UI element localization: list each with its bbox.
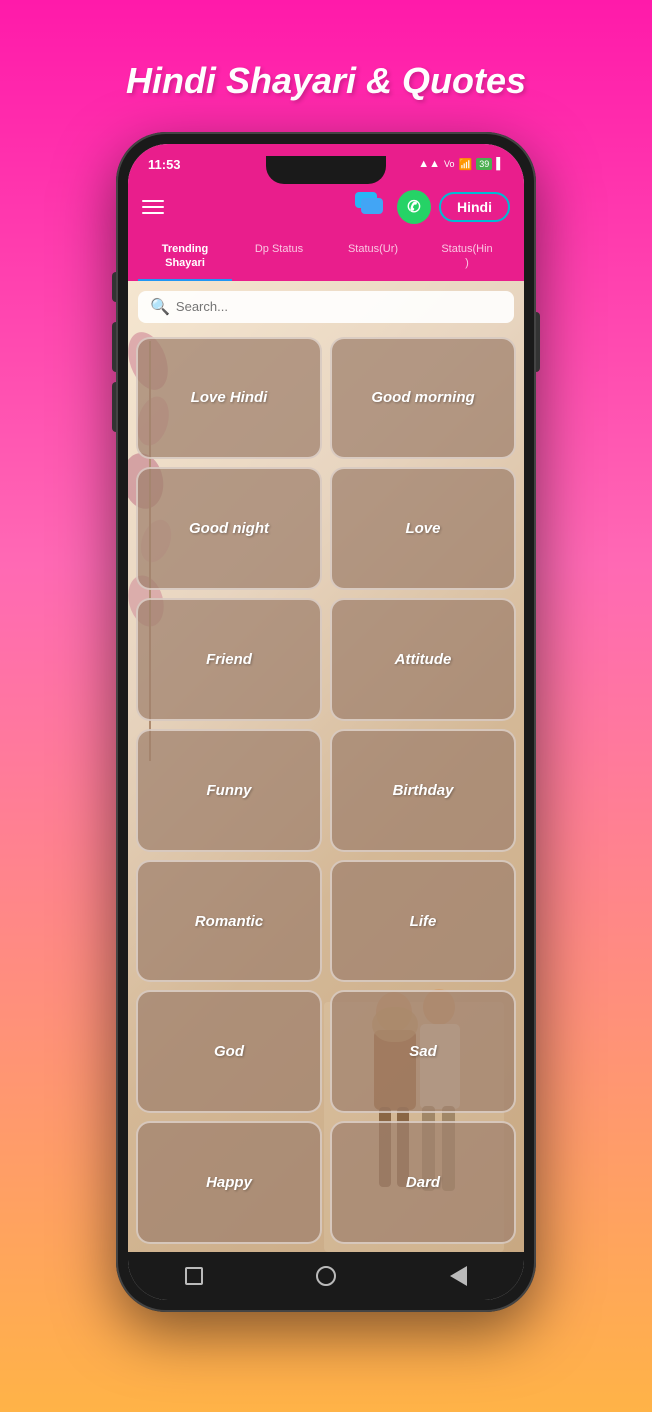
silent-button [112, 382, 116, 432]
category-romantic-button[interactable]: Romantic [136, 860, 322, 983]
hamburger-line-3 [142, 212, 164, 214]
category-love-hindi-button[interactable]: Love Hindi [136, 337, 322, 460]
vo-label: Vo [444, 159, 455, 169]
category-life-button[interactable]: Life [330, 860, 516, 983]
status-time: 11:53 [148, 157, 181, 172]
signal-icon: ▲▲ [418, 158, 440, 170]
category-dard-button[interactable]: Dard [330, 1121, 516, 1244]
category-funny-button[interactable]: Funny [136, 729, 322, 852]
recents-icon [185, 1267, 203, 1285]
hamburger-line-1 [142, 200, 164, 202]
category-god-button[interactable]: God [136, 990, 322, 1113]
category-grid: Love HindiGood morningGood nightLoveFrie… [136, 337, 516, 1244]
tabs-bar: TrendingShayari Dp Status Status(Ur) Sta… [128, 234, 524, 281]
category-love-button[interactable]: Love [330, 467, 516, 590]
back-icon [450, 1266, 467, 1286]
hindi-button[interactable]: Hindi [439, 192, 510, 222]
search-input[interactable] [176, 299, 502, 314]
power-button [536, 312, 540, 372]
nav-home-button[interactable] [310, 1260, 342, 1292]
battery-shape: ▌ [496, 158, 504, 170]
status-icons: ▲▲ Vo 📶 39 ▌ [418, 158, 504, 171]
app-bar: ✆ Hindi [128, 180, 524, 234]
notch [266, 156, 386, 184]
category-birthday-button[interactable]: Birthday [330, 729, 516, 852]
content-area: 🔍 Love HindiGood morningGood nightLoveFr… [128, 281, 524, 1252]
phone-frame: 11:53 ▲▲ Vo 📶 39 ▌ [116, 132, 536, 1312]
chat-icon[interactable] [353, 192, 389, 222]
nav-recents-button[interactable] [178, 1260, 210, 1292]
category-friend-button[interactable]: Friend [136, 598, 322, 721]
category-good-morning-button[interactable]: Good morning [330, 337, 516, 460]
volume-down-button [112, 322, 116, 372]
whatsapp-symbol: ✆ [407, 197, 420, 217]
category-attitude-button[interactable]: Attitude [330, 598, 516, 721]
battery-icon: 39 [476, 158, 492, 170]
home-icon [316, 1266, 336, 1286]
category-sad-button[interactable]: Sad [330, 990, 516, 1113]
whatsapp-icon[interactable]: ✆ [397, 190, 431, 224]
tab-dp-status[interactable]: Dp Status [232, 234, 326, 281]
tab-status-hin[interactable]: Status(Hin) [420, 234, 514, 281]
tab-status-ur[interactable]: Status(Ur) [326, 234, 420, 281]
bottom-nav [128, 1252, 524, 1300]
app-bar-icons: ✆ Hindi [353, 190, 510, 224]
tab-trending-shayari[interactable]: TrendingShayari [138, 234, 232, 281]
phone-screen: 11:53 ▲▲ Vo 📶 39 ▌ [128, 144, 524, 1300]
hamburger-line-2 [142, 206, 164, 208]
category-good-night-button[interactable]: Good night [136, 467, 322, 590]
wifi-icon: 📶 [458, 158, 472, 171]
search-bar: 🔍 [138, 291, 514, 323]
category-happy-button[interactable]: Happy [136, 1121, 322, 1244]
menu-button[interactable] [142, 200, 164, 214]
page-title: Hindi Shayari & Quotes [126, 60, 526, 102]
search-icon: 🔍 [150, 297, 170, 317]
volume-up-button [112, 272, 116, 302]
nav-back-button[interactable] [442, 1260, 474, 1292]
